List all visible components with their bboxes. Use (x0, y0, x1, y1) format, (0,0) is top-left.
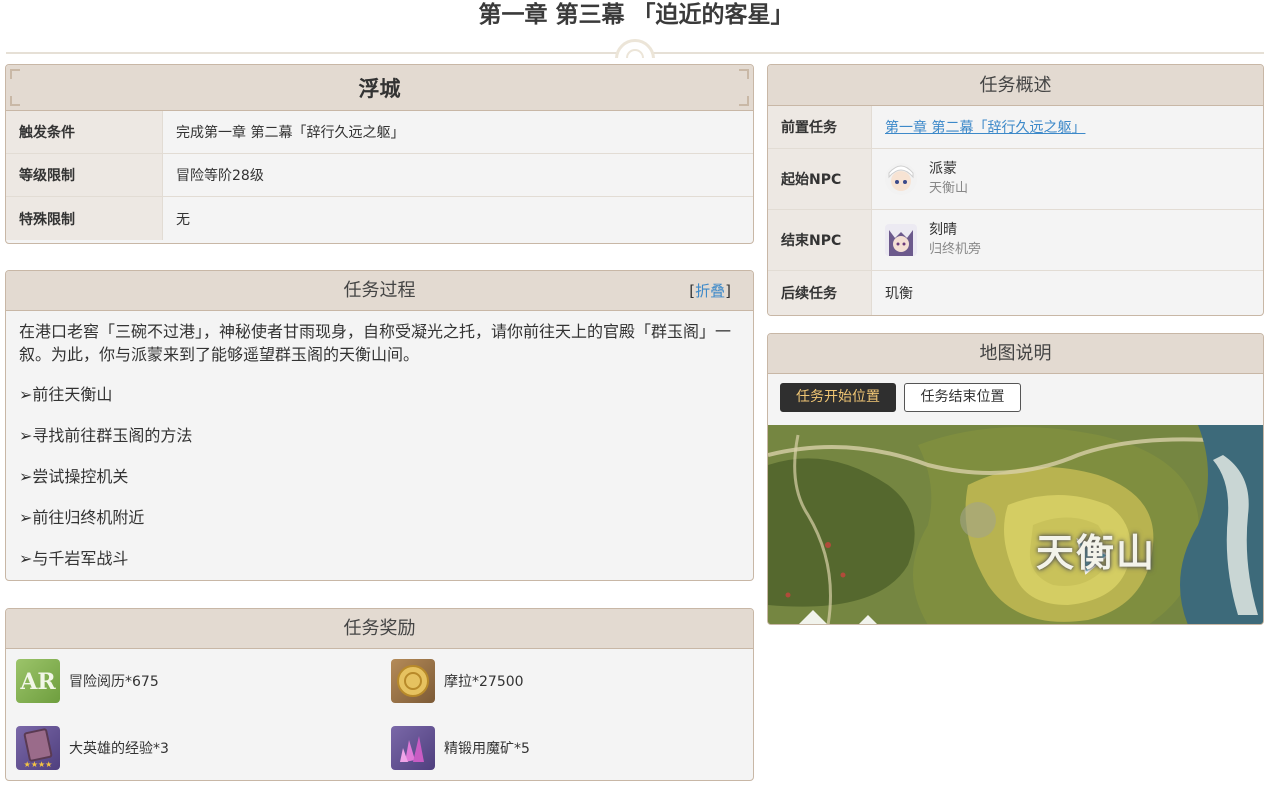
next-quest-key: 后续任务 (768, 271, 872, 315)
special-limit-row: 特殊限制 无 (6, 197, 753, 240)
end-npc-row: 结束NPC 刻晴 归终机旁 (768, 210, 1263, 271)
end-npc[interactable]: 刻晴 归终机旁 (885, 221, 981, 259)
trigger-condition-row: 触发条件 完成第一章 第二幕「辞行久远之躯」 (6, 111, 753, 154)
end-npc-key: 结束NPC (768, 210, 872, 270)
level-limit-key: 等级限制 (6, 154, 163, 196)
rarity-stars: ★★★★ (23, 760, 53, 769)
adventure-exp-icon: AR (16, 659, 60, 703)
location-panel-header: 浮城 (6, 65, 753, 111)
prev-quest-key: 前置任务 (768, 106, 872, 148)
rewards-panel-header: 任务奖励 (6, 609, 753, 649)
map-location-label: 天衡山 (1036, 531, 1157, 575)
reward-item[interactable]: AR 冒险阅历*675 (16, 659, 159, 703)
title-ornament-icon (612, 36, 658, 58)
map-panel-header: 地图说明 (768, 334, 1263, 374)
map-terrain (768, 425, 1263, 624)
quest-start-location-button[interactable]: 任务开始位置 (780, 383, 896, 412)
trigger-condition-value: 完成第一章 第二幕「辞行久远之躯」 (176, 125, 405, 141)
map-image[interactable]: 天衡山 (768, 425, 1263, 624)
map-panel: 地图说明 任务开始位置 任务结束位置 天衡山 (767, 333, 1264, 625)
prev-quest-row: 前置任务 第一章 第二幕「辞行久远之躯」 (768, 106, 1263, 149)
mora-icon (391, 659, 435, 703)
overview-panel: 任务概述 前置任务 第一章 第二幕「辞行久远之躯」 起始NPC 派蒙 天衡山 结… (767, 64, 1264, 316)
mystic-enhancement-ore-icon (391, 726, 435, 770)
reward-label: 冒险阅历*675 (69, 674, 159, 690)
reward-item[interactable]: 精锻用魔矿*5 (391, 726, 530, 770)
end-npc-location: 归终机旁 (929, 242, 982, 257)
fold-toggle[interactable]: [折叠] (689, 271, 731, 311)
process-step: ➢与千岩军战斗 (19, 549, 129, 568)
process-step: ➢尝试操控机关 (19, 467, 129, 486)
location-panel: 浮城 触发条件 完成第一章 第二幕「辞行久远之躯」 等级限制 冒险等阶28级 特… (5, 64, 754, 244)
reward-label: 大英雄的经验*3 (69, 741, 169, 757)
map-title: 地图说明 (979, 343, 1052, 364)
location-title: 浮城 (358, 77, 401, 101)
reward-item[interactable]: ★★★★ 大英雄的经验*3 (16, 726, 169, 770)
start-npc-row: 起始NPC 派蒙 天衡山 (768, 149, 1263, 210)
svg-text:AR: AR (19, 669, 56, 695)
special-limit-value: 无 (176, 211, 190, 228)
start-npc-name: 派蒙 (929, 161, 957, 177)
reward-label: 摩拉*27500 (444, 674, 524, 690)
start-npc-location: 天衡山 (929, 181, 969, 196)
start-npc-key: 起始NPC (768, 149, 872, 209)
process-panel: 任务过程 [折叠] 在港口老窖「三碗不过港」，神秘使者甘雨现身，自称受凝光之托，… (5, 270, 754, 581)
rewards-panel: 任务奖励 AR 冒险阅历*675 摩拉*27500 ★★★★ 大英雄的经验*3 … (5, 608, 754, 781)
process-step: ➢寻找前往群玉阁的方法 (19, 426, 193, 445)
level-limit-value: 冒险等阶28级 (176, 168, 264, 184)
heros-wit-icon: ★★★★ (16, 726, 60, 770)
process-title: 任务过程 (343, 280, 416, 301)
reward-label: 精锻用魔矿*5 (444, 741, 530, 757)
reward-item[interactable]: 摩拉*27500 (391, 659, 524, 703)
keqing-avatar-icon (885, 224, 917, 256)
process-step: ➢前往天衡山 (19, 385, 113, 404)
overview-panel-header: 任务概述 (768, 65, 1263, 106)
special-limit-key: 特殊限制 (6, 197, 163, 240)
process-intro: 在港口老窖「三碗不过港」，神秘使者甘雨现身，自称受凝光之托，请你前往天上的官殿「… (19, 322, 732, 364)
process-body: 在港口老窖「三碗不过港」，神秘使者甘雨现身，自称受凝光之托，请你前往天上的官殿「… (6, 311, 753, 580)
process-panel-header: 任务过程 [折叠] (6, 271, 753, 311)
trigger-condition-key: 触发条件 (6, 111, 163, 153)
overview-title: 任务概述 (979, 75, 1052, 96)
fold-label[interactable]: 折叠 (695, 282, 725, 300)
quest-end-location-button[interactable]: 任务结束位置 (904, 383, 1021, 412)
page-title: 第一章 第三幕 「迫近的客星」 (478, 2, 794, 28)
process-step: ➢前往归终机附近 (19, 508, 145, 527)
fold-close-bracket: ] (725, 282, 731, 300)
paimon-avatar-icon (885, 163, 917, 195)
end-npc-name: 刻晴 (929, 222, 957, 238)
next-quest-row: 后续任务 玑衡 (768, 271, 1263, 315)
level-limit-row: 等级限制 冒险等阶28级 (6, 154, 753, 197)
start-npc[interactable]: 派蒙 天衡山 (885, 160, 968, 198)
rewards-title: 任务奖励 (343, 618, 416, 639)
next-quest-value: 玑衡 (885, 286, 913, 302)
prev-quest-link[interactable]: 第一章 第二幕「辞行久远之躯」 (885, 117, 1085, 137)
